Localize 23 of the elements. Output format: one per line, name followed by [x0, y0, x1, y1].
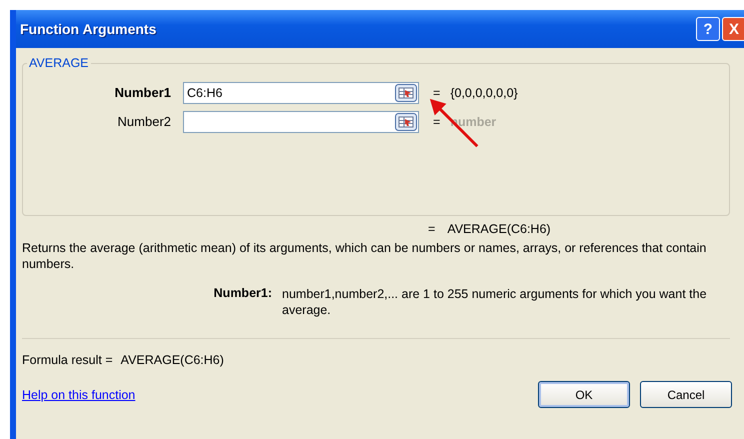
formula-result-value: AVERAGE(C6:H6) [120, 353, 224, 367]
argument-result: {0,0,0,0,0,0} [450, 86, 518, 100]
close-button[interactable]: X [722, 17, 744, 41]
argument-field[interactable]: C6:H6 [183, 82, 419, 104]
range-select-icon[interactable] [395, 84, 417, 102]
argument-label: Number2 [116, 114, 172, 129]
help-link[interactable]: Help on this function [22, 388, 136, 402]
argument-field[interactable] [183, 110, 419, 132]
equals-sign: = [433, 86, 440, 100]
equals-sign: = [433, 114, 440, 128]
formula-preview: AVERAGE(C6:H6) [447, 222, 551, 236]
argument-help-text: number1,number2,... are 1 to 255 numeric arguments for which you want the average. [282, 286, 708, 318]
cancel-button[interactable]: Cancel [640, 381, 732, 408]
function-description: Returns the average (arithmetic mean) of its arguments, which can be numbers or names, arrays, or references that contain numbers. [22, 240, 708, 272]
equals-sign: = [428, 222, 436, 236]
function-name: AVERAGE [28, 56, 90, 70]
ok-button[interactable]: OK [538, 381, 630, 408]
formula-result-label: Formula result = [22, 353, 113, 367]
window-title: Function Arguments [20, 21, 156, 37]
argument-label: Number1 [114, 85, 172, 100]
range-select-icon[interactable] [395, 112, 417, 130]
help-button[interactable]: ? [696, 17, 720, 41]
argument-help-label: Number1: [212, 286, 273, 302]
